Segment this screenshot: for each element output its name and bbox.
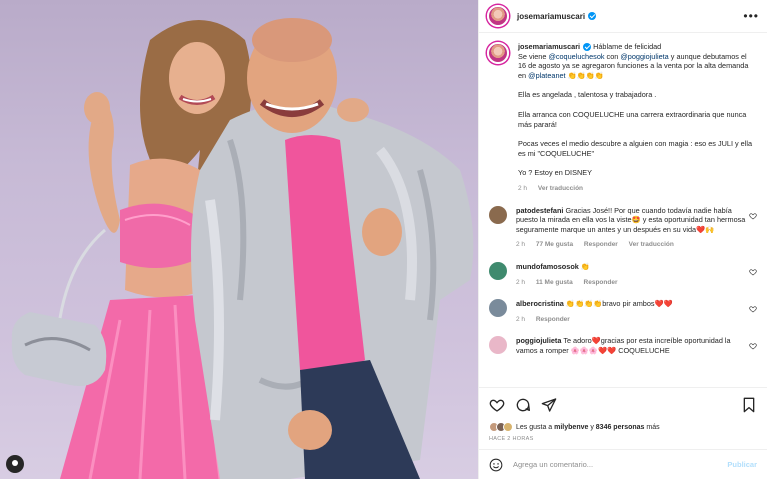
comment-item: patodestefani Gracias José!! Por que cua… [487,205,757,250]
comment-meta: 2 h Responder [516,315,748,325]
comment-item: mundofamososok 👏 2 h 11 Me gusta Respond… [487,261,757,288]
caption-emoji: 👏👏👏👏 [565,70,604,80]
emoji-icon[interactable] [489,458,503,472]
comment-time: 2 h [516,315,526,323]
comment-time: 2 h [516,278,526,286]
caption-meta: 2 h Ver traducción [518,184,754,194]
heart-icon[interactable] [749,268,757,276]
verified-badge-icon [588,12,597,20]
likes-count[interactable]: 8346 personas [596,424,645,431]
heart-icon[interactable] [749,212,757,220]
liker-username[interactable]: milybenve [554,424,588,431]
heart-icon[interactable] [749,305,757,313]
caption-time: 2 h [518,184,528,192]
comment-item: poggiojulieta Te adoro❤️gracias por esta… [487,336,757,355]
caption-avatar[interactable] [487,42,509,64]
share-icon[interactable] [541,397,557,413]
comment-avatar[interactable] [489,299,507,318]
see-translation-link[interactable]: Ver traducción [538,185,583,192]
caption-text: Ella es angelada , talentosa y trabajado… [518,90,657,100]
comment-meta: 2 h 11 Me gusta Responder [516,278,748,288]
comment-icon[interactable] [515,397,531,413]
comment-avatar[interactable] [489,261,507,280]
caption-text: Ella arranca con COQUELUCHE una carrera … [518,109,747,129]
post-header: josemariamuscari ••• [479,0,767,33]
action-icons-row [489,396,757,414]
post-caption: josemariamuscari Háblame de felicidad Se… [487,42,757,194]
likes-summary: Les gusta a milybenve y 8346 personas má… [489,422,757,432]
comments-list[interactable]: josemariamuscari Háblame de felicidad Se… [479,34,767,386]
publish-button[interactable]: Publicar [727,460,757,469]
comment-avatar[interactable] [489,336,507,355]
post-photo[interactable] [0,0,478,479]
reply-button[interactable]: Responder [536,316,570,323]
liker-avatar [503,422,513,432]
liker-avatars [489,422,513,432]
post-actions: Les gusta a milybenve y 8346 personas má… [479,387,767,442]
comment-username[interactable]: patodestefani [516,206,563,215]
likes-prefix: Les gusta a [516,423,555,431]
mention-link[interactable]: @coqueluchesok [548,52,604,61]
mention-link[interactable]: @plateanet [528,71,565,80]
author-username[interactable]: josemariamuscari [517,12,585,21]
heart-icon[interactable] [489,397,505,413]
comment-avatar[interactable] [489,205,507,224]
comment-item: alberocristina 👏👏👏👏bravo pir ambos❤️❤️ 2… [487,299,757,324]
comment-username[interactable]: mundofamososok [516,262,579,271]
caption-text: Yo ? Estoy en DISNEY [518,168,592,178]
heart-icon[interactable] [749,342,757,350]
bookmark-icon[interactable] [741,397,757,413]
comment-username[interactable]: alberocristina [516,299,564,308]
comment-likes[interactable]: 77 Me gusta [536,241,573,248]
caption-username[interactable]: josemariamuscari [518,42,580,51]
comment-text: 👏 [580,261,590,271]
likes-suffix: más [644,423,660,431]
mention-link[interactable]: @poggiojulieta [620,52,668,61]
comment-meta: 2 h 77 Me gusta Responder Ver traducción [516,240,748,250]
post-photo-illustration [11,18,474,479]
post-panel: josemariamuscari ••• josemariamuscari Há… [478,0,767,479]
reply-button[interactable]: Responder [584,241,618,248]
caption-text: con [604,51,621,61]
caption-title: Háblame de felicidad [593,42,662,51]
reply-button[interactable]: Responder [584,279,618,286]
more-icon[interactable]: ••• [743,9,759,23]
post-time[interactable]: HACE 2 HORAS [489,436,757,442]
comment-username[interactable]: poggiojulieta [516,336,561,345]
caption-text: Se viene [518,51,549,61]
likes-mid: y [588,423,596,431]
comment-input[interactable] [513,460,728,469]
verified-badge-icon [583,43,592,52]
comment-likes[interactable]: 11 Me gusta [536,279,573,286]
caption-text: Pocas veces el medio descubre a alguien … [518,139,753,158]
author-avatar[interactable] [487,5,509,27]
user-tag-icon[interactable] [6,455,24,473]
add-comment-bar: Publicar [479,449,767,479]
comment-text: 👏👏👏👏bravo pir ambos❤️❤️ [565,299,673,309]
see-translation-link[interactable]: Ver traducción [629,241,674,248]
comment-time: 2 h [516,241,526,249]
